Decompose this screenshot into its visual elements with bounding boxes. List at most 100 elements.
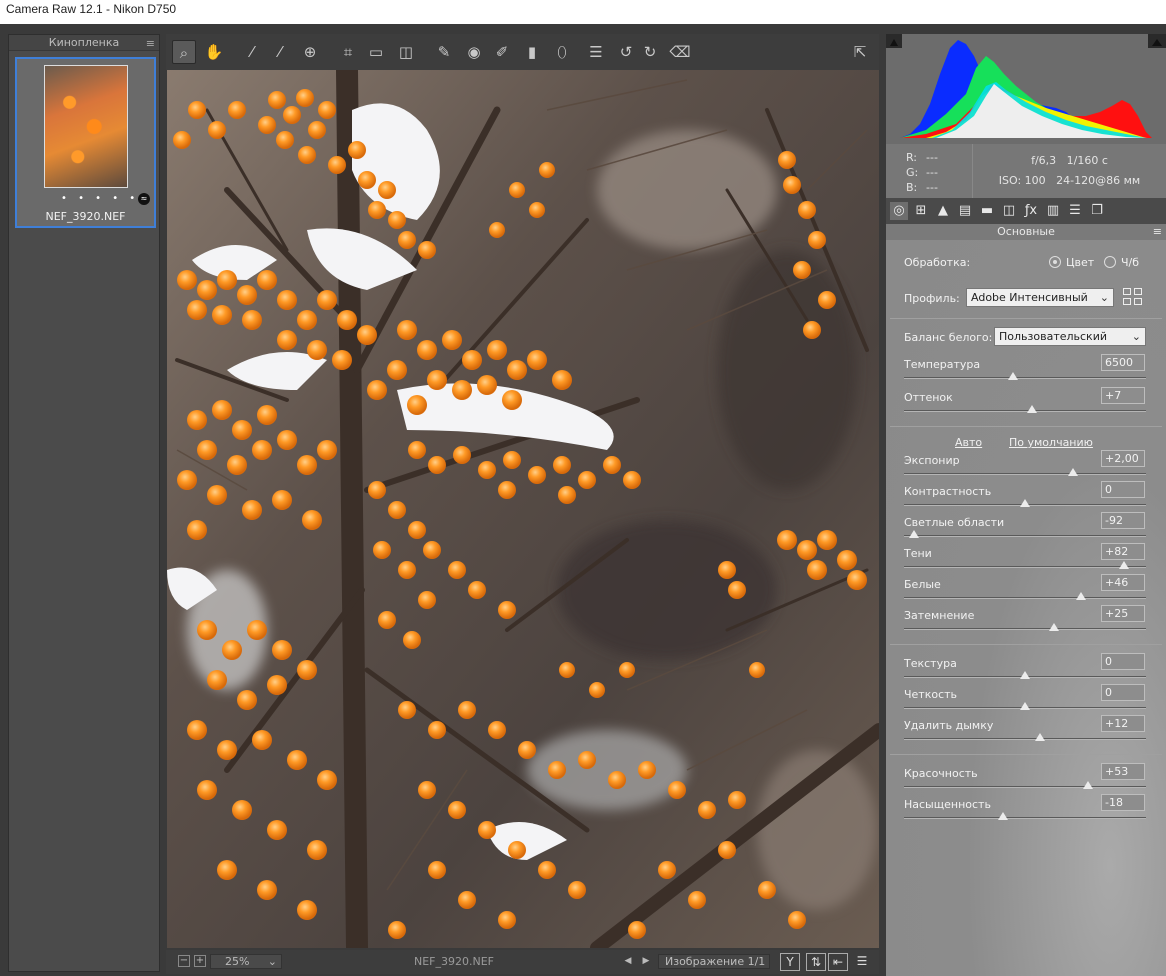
slider-value-input[interactable]: +25 [1101,605,1145,622]
panel-tabs: ◎ ⊞ ▲ ▤ ▬ ◫ ƒx ▥ ☰ ❐ [886,198,1166,224]
graduated-filter-icon[interactable]: ▮ [520,40,544,64]
tab-basic-icon[interactable]: ◎ [890,202,908,220]
slider-thumb[interactable] [998,812,1009,820]
slider-label: Затемнение [904,609,975,622]
crop-icon[interactable]: ⌗ [336,40,360,64]
preferences-icon[interactable]: ☰ [584,40,608,64]
slider-thumb[interactable] [1082,781,1093,789]
slider-thumb[interactable] [1034,733,1045,741]
slider-thumb[interactable] [1020,499,1030,507]
thumbnail-image[interactable] [44,65,128,188]
slider-value-input[interactable]: +46 [1101,574,1145,591]
slider-thumb[interactable] [1075,592,1086,600]
slider-track[interactable] [904,733,1146,741]
radial-filter-icon[interactable]: ⬯ [550,40,574,64]
wb-select[interactable]: Пользовательский ⌄ [994,327,1146,346]
slider-track[interactable] [904,592,1146,600]
slider-value-input[interactable]: 0 [1101,653,1145,670]
slider-track[interactable] [904,702,1146,710]
slider-value-input[interactable]: +2,00 [1101,450,1145,467]
hand-icon[interactable]: ✋ [202,40,226,64]
zoom-in-button[interactable]: + [194,955,206,967]
slider-thumb[interactable] [1020,702,1030,710]
slider-value-input[interactable]: +82 [1101,543,1145,560]
slider-thumb[interactable] [1119,561,1130,569]
profile-browser-icon[interactable] [1123,288,1143,306]
slider-thumb[interactable] [1068,468,1079,476]
rotate-cw-icon[interactable]: ↻ [638,40,662,64]
zoom-out-button[interactable]: − [178,955,190,967]
wb-value: Пользовательский [999,330,1107,343]
color-sampler-icon[interactable]: ⁄ [268,40,292,64]
thumbnail-filename: NEF_3920.NEF [45,210,126,223]
before-after-icon[interactable]: Y [780,953,800,971]
slider-track[interactable] [904,530,1146,538]
tab-hsl-icon[interactable]: ▤ [956,202,974,220]
fullscreen-icon[interactable]: ⇱ [848,40,872,64]
rotate-ccw-icon[interactable]: ↺ [614,40,638,64]
copy-settings-icon[interactable]: ⇤ [828,953,848,971]
chevron-down-icon: ⌄ [1131,330,1141,343]
slider-value-input[interactable]: +12 [1101,715,1145,732]
slider-value-input[interactable]: -18 [1101,794,1145,811]
zoom-icon[interactable]: ⌕ [172,40,196,64]
swap-settings-icon[interactable]: ⇅ [806,953,826,971]
slider-track[interactable] [904,623,1146,631]
slider-thumb[interactable] [1027,405,1038,413]
slider-value-input[interactable]: +53 [1101,763,1145,780]
spot-removal-icon[interactable]: ✎ [432,40,456,64]
tab-tone-curve-icon[interactable]: ⊞ [912,202,930,220]
filmstrip-item[interactable]: • • • • • ≈ NEF_3920.NEF [15,57,156,228]
adjustment-brush-icon[interactable]: ✐ [490,40,514,64]
preview-settings-icon[interactable]: ☰ [852,953,872,971]
profile-select[interactable]: Adobe Интенсивный ⌄ [966,288,1114,307]
auto-link[interactable]: Авто [955,436,982,449]
slider-thumb[interactable] [1049,623,1060,631]
tab-lens-icon[interactable]: ◫ [1000,202,1018,220]
slider-value-input[interactable]: 0 [1101,481,1145,498]
tab-detail-icon[interactable]: ▲ [934,202,952,220]
image-preview[interactable] [167,70,879,948]
g-label: G: [906,166,919,179]
filmstrip-menu-icon[interactable]: ≡ [146,36,155,52]
slider-thumb[interactable] [908,530,919,538]
slider-track[interactable] [904,372,1146,380]
slider-track[interactable] [904,812,1146,820]
tab-snapshots-icon[interactable]: ❐ [1088,202,1106,220]
zoom-level-select[interactable]: 25% ⌄ [210,954,282,969]
slider-label: Экспонир [904,454,960,467]
tab-presets-icon[interactable]: ☰ [1066,202,1084,220]
slider-track[interactable] [904,781,1146,789]
slider-track[interactable] [904,561,1146,569]
slider-value-input[interactable]: -92 [1101,512,1145,529]
camera-raw-app: Кинопленка ≡ • • • • • ≈ NEF_3920.NEF ⌕ … [0,24,1166,976]
rating-dots[interactable]: • • • • • [61,193,139,204]
slider-thumb[interactable] [1007,372,1018,380]
next-image-button[interactable]: ▶ [638,954,654,969]
treatment-color-radio[interactable] [1049,256,1061,268]
slider-value-input[interactable]: 0 [1101,684,1145,701]
slider-value-input[interactable]: 6500 [1101,354,1145,371]
section-menu-icon[interactable]: ≡ [1153,224,1162,240]
slider-track[interactable] [904,671,1146,679]
slider-label: Удалить дымку [904,719,994,732]
targeted-adjustment-icon[interactable]: ⊕ [298,40,322,64]
prev-image-button[interactable]: ◀ [620,954,636,969]
tab-effects-icon[interactable]: ƒx [1022,202,1040,220]
trash-icon[interactable]: ⌫ [668,40,692,64]
slider-thumb[interactable] [1020,671,1030,679]
slider-track[interactable] [904,468,1146,476]
treatment-bw-radio[interactable] [1104,256,1116,268]
tab-calibration-icon[interactable]: ▥ [1044,202,1062,220]
slider-value-input[interactable]: +7 [1101,387,1145,404]
white-balance-icon[interactable]: ⁄ [240,40,264,64]
slider-track[interactable] [904,405,1146,413]
slider-track[interactable] [904,499,1146,507]
exif-info: f/6,3 1/160 с ISO: 100 24-120@86 мм [972,144,1166,198]
straighten-icon[interactable]: ▭ [364,40,388,64]
tab-split-toning-icon[interactable]: ▬ [978,202,996,220]
wb-label: Баланс белого: [904,331,993,344]
transform-icon[interactable]: ◫ [394,40,418,64]
red-eye-icon[interactable]: ◉ [462,40,486,64]
default-link[interactable]: По умолчанию [1009,436,1093,449]
